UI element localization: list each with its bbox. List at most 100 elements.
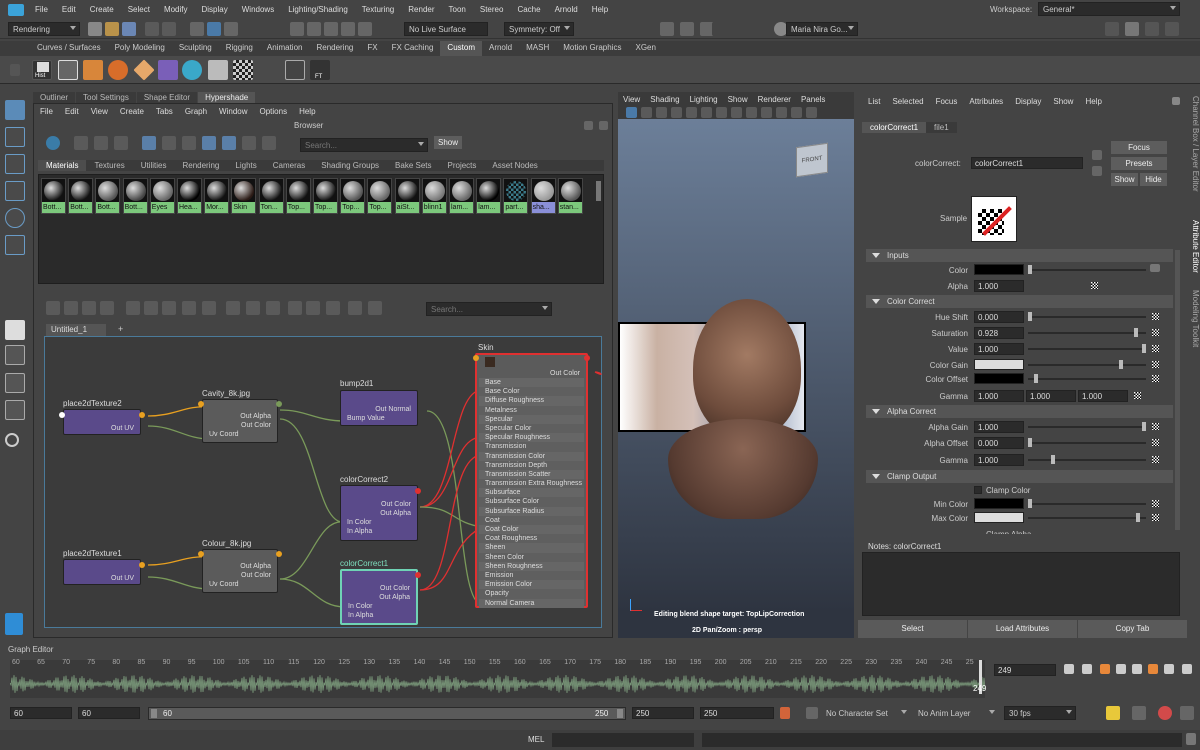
attr-slider-color_gain[interactable] [1028, 360, 1146, 369]
play-forwards-icon[interactable] [1132, 664, 1142, 674]
node-skin[interactable]: Out Color Base Base Color Diffuse Roughnes… [475, 353, 588, 608]
skin-attribute-row[interactable]: Transmission Extra Roughness [479, 479, 584, 489]
step-back-frame-icon[interactable] [1100, 664, 1110, 674]
port-out-dot[interactable] [139, 562, 145, 568]
viewport-toolbar-icon[interactable] [641, 107, 652, 118]
skin-attribute-row[interactable]: Normal Camera [479, 598, 584, 608]
menu-render[interactable]: Render [401, 5, 441, 14]
shelf-tab-motion-graphics[interactable]: Motion Graphics [556, 41, 628, 56]
material-swatch[interactable]: Top... [285, 178, 311, 214]
attr-swatch-color[interactable] [974, 264, 1024, 275]
fps-dropdown[interactable]: 30 fps [1004, 706, 1076, 720]
node-graph[interactable]: place2dTexture2 Out UV Cavity_8k.jpg Out… [44, 336, 602, 628]
material-swatch[interactable]: Skin [231, 178, 257, 214]
viewport-toolbar-icon[interactable] [626, 107, 637, 118]
select-hierarchy-icon[interactable] [190, 22, 204, 36]
section-inputs[interactable]: Inputs [866, 249, 1173, 262]
browser-scene-icon[interactable] [242, 136, 256, 150]
menu-create[interactable]: Create [83, 5, 121, 14]
ae-scrollbar[interactable] [1175, 250, 1180, 530]
browser-sort-icon[interactable] [114, 136, 128, 150]
ae-footer-load-attributes-button[interactable]: Load Attributes [968, 620, 1077, 638]
snap-point-icon[interactable] [324, 22, 338, 36]
attr-map-button-color_offset[interactable] [1152, 375, 1159, 382]
slider-handle[interactable] [1033, 374, 1038, 383]
attr-slider-alpha_gamma[interactable] [1028, 455, 1146, 464]
show-button[interactable]: Show [1111, 173, 1138, 186]
port-out-dot[interactable] [415, 572, 421, 578]
panel-tab-shape-editor[interactable]: Shape Editor [136, 92, 198, 103]
graph-toolbar-icon[interactable] [162, 301, 176, 315]
browser-tab-cameras[interactable]: Cameras [265, 160, 313, 171]
attr-slider-max_color[interactable] [1028, 513, 1146, 522]
port-in-dot[interactable] [198, 551, 204, 557]
slider-handle[interactable] [1142, 422, 1146, 431]
skin-attribute-row[interactable]: Subsurface [479, 488, 584, 498]
anim-start-field[interactable]: 60 [78, 707, 140, 719]
shelf-tab-poly-modeling[interactable]: Poly Modeling [108, 41, 172, 56]
browser-tab-textures[interactable]: Textures [86, 160, 132, 171]
material-swatch[interactable]: Bott... [41, 178, 66, 214]
script-editor-icon[interactable] [1186, 733, 1196, 745]
browser-output-icon[interactable] [222, 136, 236, 150]
attr-field-alpha_gain[interactable]: 1.000 [974, 421, 1024, 433]
attr-field-alpha_offset[interactable]: 0.000 [974, 437, 1024, 449]
grid-shelf-button[interactable] [58, 60, 78, 80]
browser-tab-utilities[interactable]: Utilities [133, 160, 175, 171]
symmetry-dropdown[interactable]: Symmetry: Off [504, 22, 574, 36]
attr-swatch-max_color[interactable] [974, 512, 1024, 523]
attr-slider-color_offset[interactable] [1028, 374, 1146, 383]
cube-shelf-button[interactable] [83, 60, 103, 80]
paint-select-tool-icon[interactable] [5, 154, 25, 174]
panel-tab-outliner[interactable]: Outliner [33, 92, 76, 103]
shelf-tab-mash[interactable]: MASH [519, 41, 556, 56]
hypershade-menu-options[interactable]: Options [254, 107, 294, 116]
slider-handle[interactable] [1050, 455, 1055, 464]
browser-filter-icon[interactable] [162, 136, 176, 150]
rotate-tool-icon[interactable] [5, 208, 25, 228]
material-swatch[interactable]: Mor... [204, 178, 230, 214]
node-name-field[interactable]: colorCorrect1 [971, 157, 1083, 169]
attr-field-value[interactable]: 1.000 [974, 343, 1024, 355]
skin-attribute-row[interactable]: Coat [479, 515, 584, 525]
playblast-shelf-button[interactable] [285, 60, 305, 80]
browser-tab-projects[interactable]: Projects [440, 160, 485, 171]
browser-graph-icon[interactable] [182, 136, 196, 150]
hypershade-menu-create[interactable]: Create [114, 107, 150, 116]
graph-tab[interactable]: Untitled_1 [46, 324, 106, 336]
shelf-tab-xgen[interactable]: XGen [628, 41, 662, 56]
browser-tab-lights[interactable]: Lights [227, 160, 264, 171]
anim-end-field[interactable]: 250 [632, 707, 694, 719]
attr-slider-hue_shift[interactable] [1028, 312, 1146, 321]
attr-map-button-alpha[interactable] [1091, 282, 1098, 289]
attr-slider-color[interactable] [1028, 265, 1146, 274]
attr-input-connection-icon[interactable] [1150, 264, 1160, 272]
command-language-label[interactable]: MEL [528, 735, 544, 744]
graph-search-input[interactable]: Search... [426, 302, 552, 316]
attr-map-button-hue_shift[interactable] [1152, 313, 1159, 320]
node-place2dtexture1[interactable]: Out UV [63, 559, 141, 585]
viewport-toolbar-icon[interactable] [701, 107, 712, 118]
attr-field-hue_shift[interactable]: 0.000 [974, 311, 1024, 323]
ae-menu-selected[interactable]: Selected [886, 97, 929, 106]
hypershade-menu-file[interactable]: File [34, 107, 59, 116]
toggle-tool-settings-icon[interactable] [1145, 22, 1159, 36]
add-graph-tab-button[interactable]: + [118, 324, 123, 334]
go-to-end-icon[interactable] [1182, 664, 1192, 674]
menu-stereo[interactable]: Stereo [473, 5, 511, 14]
ae-menu-display[interactable]: Display [1009, 97, 1047, 106]
slider-handle[interactable] [1136, 513, 1141, 522]
node-colour-8k[interactable]: Out Alpha Out Color Uv Coord [202, 549, 278, 593]
menu-toon[interactable]: Toon [442, 5, 473, 14]
side-tab-attribute-editor[interactable]: Attribute Editor [1191, 220, 1200, 273]
menu-display[interactable]: Display [195, 5, 235, 14]
menu-select[interactable]: Select [121, 5, 157, 14]
browser-home-icon[interactable] [46, 136, 60, 150]
section-color-correct[interactable]: Color Correct [866, 295, 1173, 308]
menu-cache[interactable]: Cache [510, 5, 547, 14]
port-in-dot[interactable] [59, 412, 65, 418]
shelf-tab-curves-surfaces[interactable]: Curves / Surfaces [30, 41, 108, 56]
viewport-toolbar-icon[interactable] [791, 107, 802, 118]
toggle-modeling-toolkit-icon[interactable] [1105, 22, 1119, 36]
step-forward-frame-icon[interactable] [1148, 664, 1158, 674]
